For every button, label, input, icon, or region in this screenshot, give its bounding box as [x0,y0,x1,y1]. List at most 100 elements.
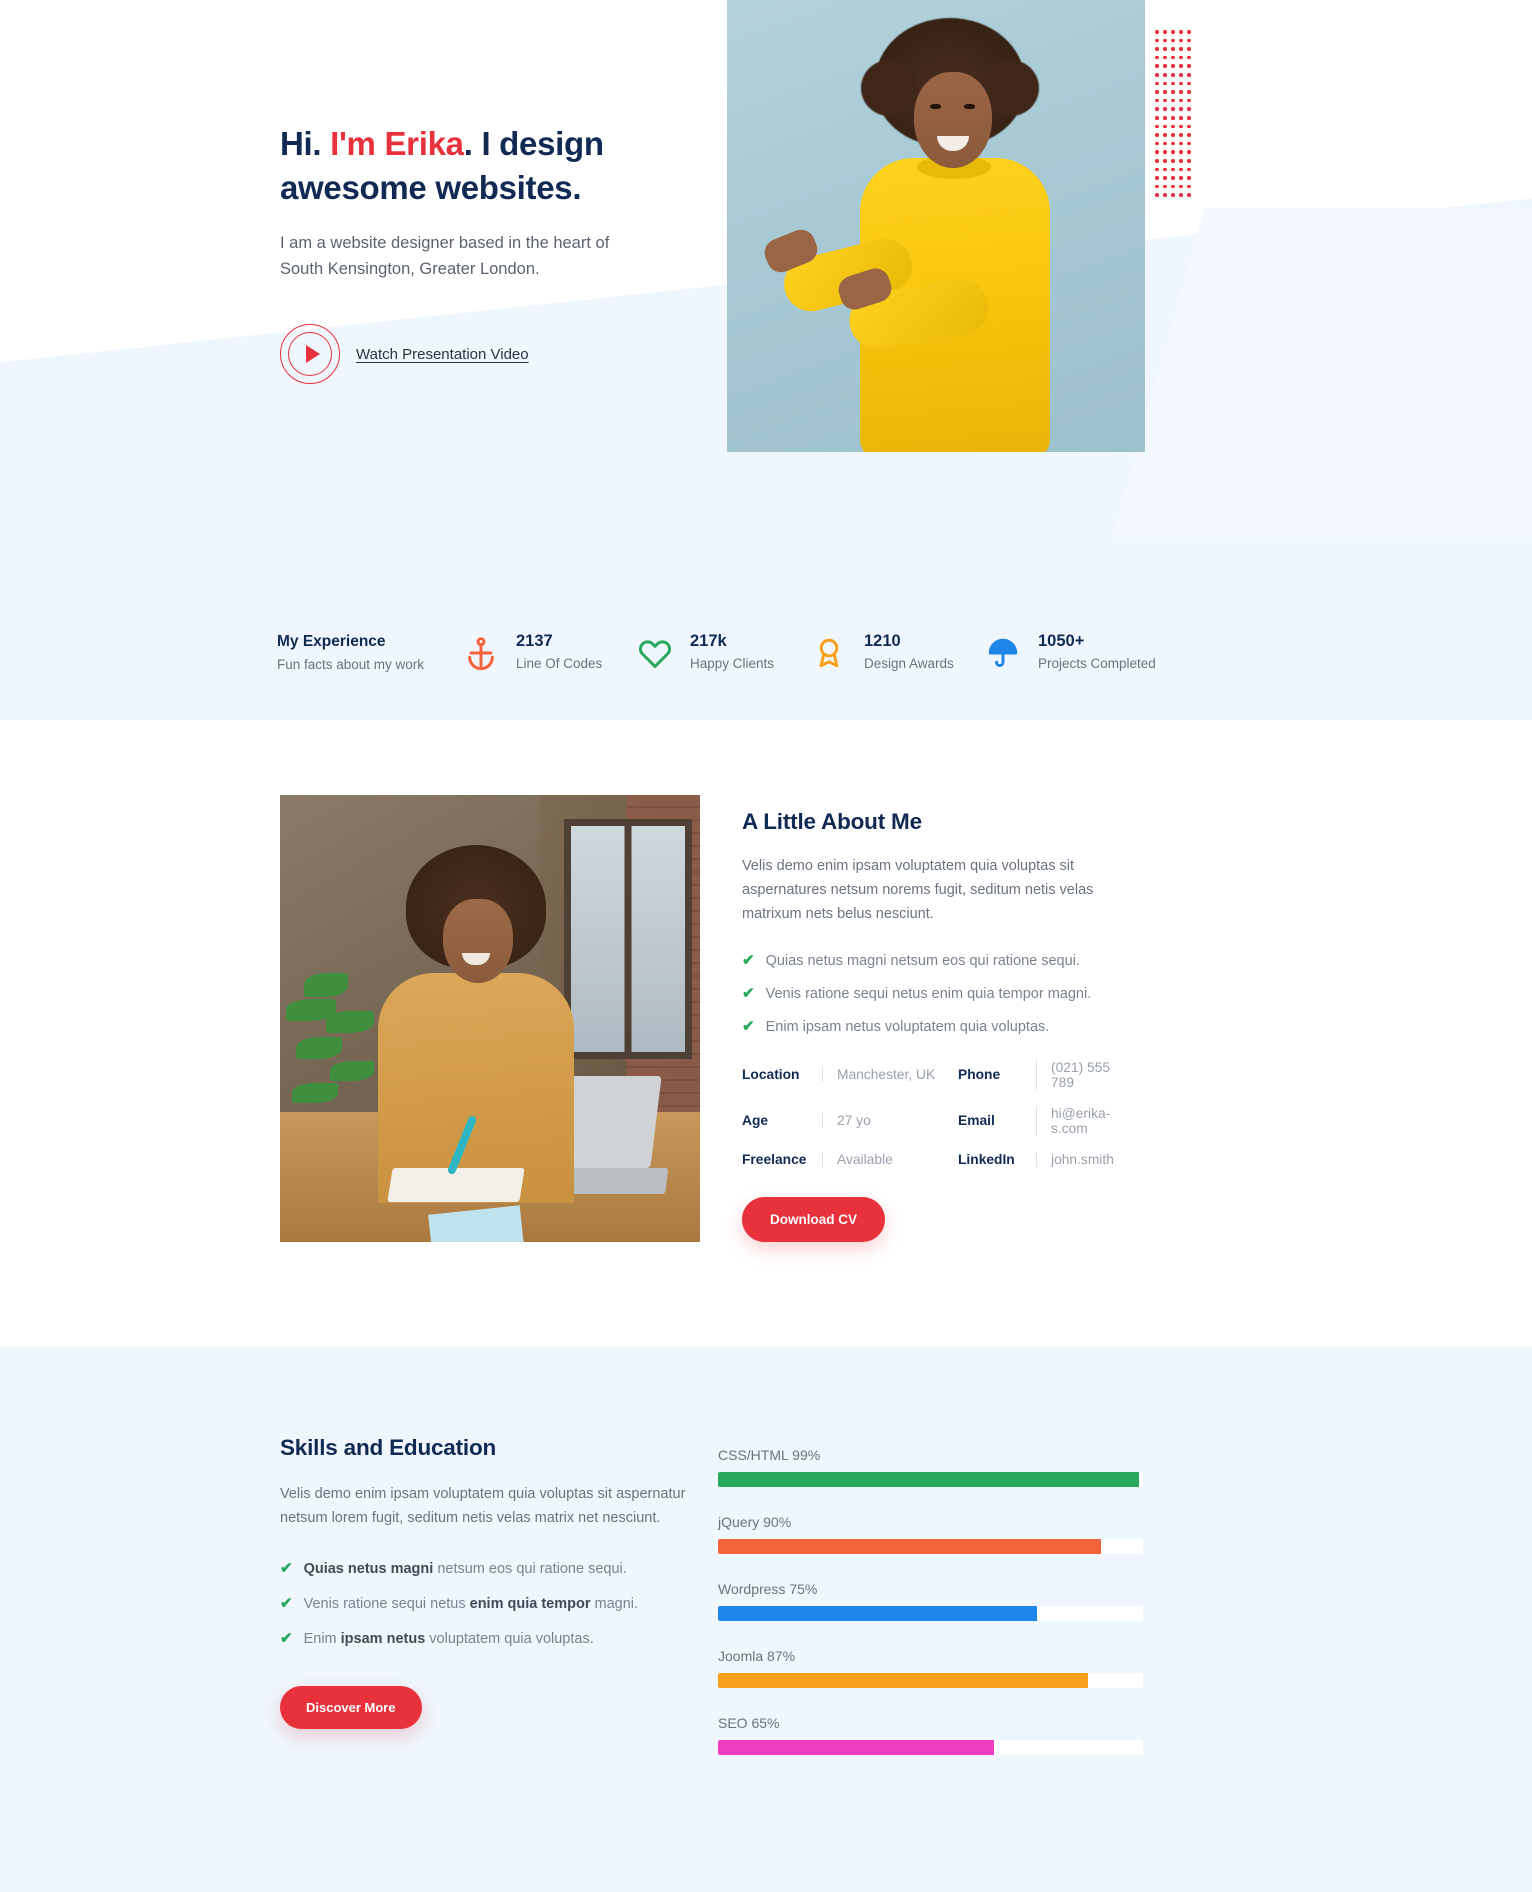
watch-presentation-video-button[interactable]: Watch Presentation Video [280,324,529,385]
list-item-label: Venis ratione sequi netus enim quia temp… [765,985,1092,1002]
skills-section: Skills and Education Velis demo enim ips… [0,1347,1532,1892]
skills-bar-chart: CSS/HTML 99% jQuery 90% Wordpress 75% Jo… [718,1435,1143,1782]
list-item-bold: ipsam netus [340,1630,426,1647]
stat-line-of-codes: 2137 Line Of Codes [461,632,635,673]
skill-bar-fill [718,1539,1101,1554]
hero-subtitle: I am a website designer based in the hea… [280,234,610,278]
skill-bar-wordpress: Wordpress 75% [718,1581,1143,1621]
skill-bar-css-html: CSS/HTML 99% [718,1447,1143,1487]
hero-text-block: Hi. I'm Erika. I design awesome websites… [280,122,680,385]
info-value-age: 27 yo [822,1113,958,1129]
stats-lead-subtitle: Fun facts about my work [277,657,425,672]
skill-bar-label: Joomla 87% [718,1648,796,1664]
skill-bar-fill [718,1472,1139,1487]
list-item-label: Quias netus magni netsum eos qui ratione… [304,1559,627,1580]
skill-bar-fill [718,1673,1088,1688]
play-icon[interactable] [280,324,340,385]
umbrella-icon [983,633,1023,673]
info-value-freelance: Available [822,1151,958,1167]
check-icon: ✔ [280,1594,293,1612]
stat-value: 2137 [516,632,553,650]
list-item-rest: magni. [590,1595,639,1612]
about-info-grid: Location Manchester, UK Phone (021) 555 … [742,1059,1114,1167]
list-item-label: Enim ipsam netus voluptatem quia volupta… [765,1018,1050,1035]
download-cv-button[interactable]: Download CV [742,1196,885,1242]
watch-video-label[interactable]: Watch Presentation Video [356,346,529,363]
list-item-pre: Enim [303,1630,341,1647]
info-value-phone: (021) 555 789 [1036,1059,1114,1090]
stat-label: Happy Clients [690,656,775,671]
about-workspace-image [280,795,700,1242]
stats-strip: My Experience Fun facts about my work 21… [0,585,1532,720]
heart-icon [635,633,675,673]
info-key-phone: Phone [958,1067,1001,1083]
skill-bar-seo: SEO 65% [718,1715,1143,1755]
about-text-block: A Little About Me Velis demo enim ipsam … [742,795,1114,1242]
info-key-age: Age [742,1113,769,1129]
skill-bar-jquery: jQuery 90% [718,1514,1143,1554]
list-item-label: Quias netus magni netsum eos qui ratione… [765,952,1080,969]
about-section: A Little About Me Velis demo enim ipsam … [0,720,1532,1347]
list-item: ✔ Quias netus magni netsum eos qui ratio… [280,1559,718,1580]
info-key-location: Location [742,1067,800,1083]
list-item-pre: Venis ratione sequi netus [303,1595,470,1612]
stat-design-awards: 1210 Design Awards [809,632,983,673]
hero-title-accent: I'm Erika [330,125,464,162]
list-item-rest: voluptatem quia voluptas. [425,1630,594,1647]
about-title: A Little About Me [742,809,922,834]
portfolio-page: Hi. I'm Erika. I design awesome websites… [0,0,1532,1892]
about-paragraph: Velis demo enim ipsam voluptatem quia vo… [742,858,1094,922]
info-key-linkedin: LinkedIn [958,1151,1015,1167]
discover-more-button[interactable]: Discover More [280,1685,422,1729]
skills-paragraph: Velis demo enim ipsam voluptatem quia vo… [280,1486,686,1526]
list-item: ✔ Venis ratione sequi netus enim quia te… [280,1594,718,1615]
info-value-location: Manchester, UK [822,1067,958,1083]
info-key-email: Email [958,1113,995,1129]
anchor-icon [461,633,501,673]
skill-bar-label: jQuery 90% [718,1514,792,1530]
list-item: ✔ Venis ratione sequi netus enim quia te… [742,984,1110,1005]
about-bullet-list: ✔ Quias netus magni netsum eos qui ratio… [742,951,1110,1038]
stat-label: Line Of Codes [516,656,603,671]
list-item-bold: Quias netus magni [303,1560,434,1577]
skills-bullet-list: ✔ Quias netus magni netsum eos qui ratio… [280,1559,718,1650]
stats-lead-title: My Experience [277,633,386,650]
list-item-label: Venis ratione sequi netus enim quia temp… [304,1594,638,1615]
list-item-label: Enim ipsam netus voluptatem quia volupta… [304,1629,594,1650]
check-icon: ✔ [742,951,755,969]
skill-bar-track [718,1606,1143,1621]
hero-portrait-image [727,0,1145,452]
skill-bar-fill [718,1606,1037,1621]
check-icon: ✔ [280,1559,293,1577]
stat-label: Design Awards [864,656,954,671]
skill-bar-track [718,1740,1143,1755]
skill-bar-fill [718,1740,995,1755]
check-icon: ✔ [280,1629,293,1647]
stat-value: 217k [690,632,727,650]
skill-bar-track [718,1472,1143,1487]
list-item: ✔ Quias netus magni netsum eos qui ratio… [742,951,1110,972]
skills-title: Skills and Education [280,1435,497,1460]
stat-label: Projects Completed [1038,656,1156,671]
skill-bar-label: SEO 65% [718,1715,780,1731]
skill-bar-track [718,1673,1143,1688]
page-title: Hi. I'm Erika. I design awesome websites… [280,122,680,209]
info-value-email: hi@erika-s.com [1036,1105,1114,1136]
list-item-bold: enim quia tempor [469,1595,591,1612]
skill-bar-joomla: Joomla 87% [718,1648,1143,1688]
stat-happy-clients: 217k Happy Clients [635,632,809,673]
decorative-dots-pattern [1155,30,1191,205]
award-icon [809,633,849,673]
skill-bar-label: Wordpress 75% [718,1581,818,1597]
check-icon: ✔ [742,984,755,1002]
stat-value: 1210 [864,632,901,650]
hero-section: Hi. I'm Erika. I design awesome websites… [0,0,1532,585]
stat-value: 1050+ [1038,632,1085,650]
check-icon: ✔ [742,1017,755,1035]
skill-bar-label: CSS/HTML 99% [718,1447,821,1463]
list-item-rest: netsum eos qui ratione sequi. [433,1560,627,1577]
stat-projects-completed: 1050+ Projects Completed [983,632,1157,673]
info-value-linkedin: john.smith [1036,1151,1114,1167]
stats-lead: My Experience Fun facts about my work [277,633,461,672]
hero-title-part1: Hi. [280,125,331,162]
